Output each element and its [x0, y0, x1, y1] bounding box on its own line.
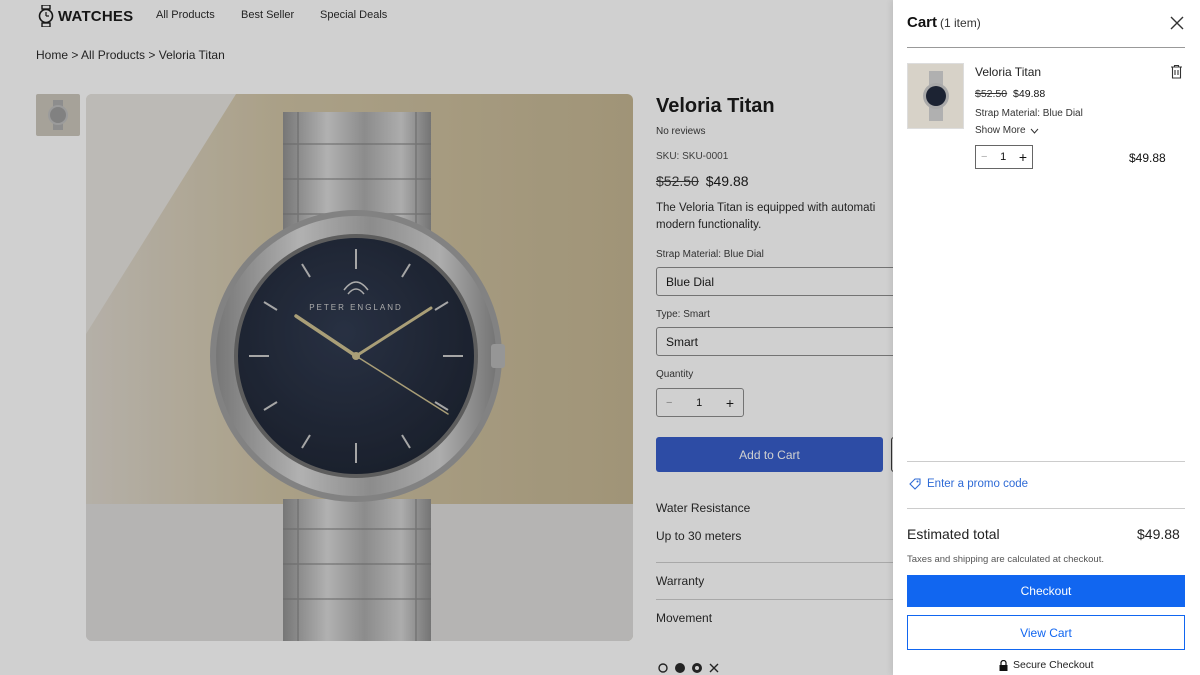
breadcrumb[interactable]: Home > All Products > Veloria Titan	[36, 48, 225, 62]
quantity-label: Quantity	[656, 369, 694, 380]
product-description: The Veloria Titan is equipped with autom…	[656, 200, 900, 234]
product-old-price: $52.50	[656, 173, 699, 189]
pinterest-icon[interactable]	[692, 663, 702, 673]
cart-divider	[907, 461, 1185, 462]
product-thumbnail[interactable]	[36, 94, 80, 136]
dial-brand-text: PETER ENGLAND	[309, 303, 403, 312]
warranty-label[interactable]: Warranty	[656, 574, 704, 588]
product-sale-price: $49.88	[705, 173, 749, 189]
minus-icon[interactable]: −	[666, 397, 672, 409]
cart-item-count: (1 item)	[940, 16, 981, 30]
tag-icon	[909, 478, 921, 490]
movement-label[interactable]: Movement	[656, 611, 712, 625]
trash-icon[interactable]	[1170, 64, 1183, 79]
cart-line-total: $49.88	[1129, 151, 1166, 165]
watch-thumbnail-image	[48, 100, 68, 130]
cart-item-strap: Strap Material: Blue Dial	[975, 108, 1083, 119]
watch-logo-icon	[38, 5, 54, 27]
water-resistance-value: Up to 30 meters	[656, 529, 742, 543]
cart-item-price: $52.50 $49.88	[975, 88, 1045, 100]
cart-quantity-value[interactable]: 1	[1000, 151, 1006, 163]
secure-checkout: Secure Checkout	[999, 659, 1094, 671]
cart-item-sale-price: $49.88	[1013, 88, 1046, 100]
site-logo[interactable]: WATCHES	[38, 5, 133, 27]
water-resistance-label[interactable]: Water Resistance	[656, 501, 750, 515]
cart-item-name[interactable]: Veloria Titan	[975, 65, 1041, 79]
share-icons	[658, 663, 719, 673]
quantity-value[interactable]: 1	[696, 397, 702, 409]
cart-quantity-stepper[interactable]: − 1 +	[975, 145, 1033, 169]
strap-select-value: Blue Dial	[666, 274, 715, 289]
cart-title: Cart (1 item)	[907, 14, 981, 31]
show-more-label: Show More	[975, 125, 1026, 136]
promo-code-label: Enter a promo code	[927, 478, 1029, 490]
nav-best-seller[interactable]: Best Seller	[241, 9, 294, 21]
show-more-toggle[interactable]: Show More	[975, 125, 1039, 136]
reviews-text: No reviews	[656, 126, 706, 137]
info-divider	[656, 599, 900, 600]
x-icon[interactable]	[709, 663, 719, 673]
nav-all-products[interactable]: All Products	[156, 9, 215, 21]
estimated-total-value: $49.88	[1137, 526, 1180, 542]
whatsapp-icon[interactable]	[658, 663, 668, 673]
type-select[interactable]: Smart	[656, 327, 896, 356]
secure-checkout-label: Secure Checkout	[1013, 659, 1094, 671]
description-line-2: modern functionality.	[656, 219, 762, 231]
type-select-value: Smart	[666, 334, 699, 349]
info-divider	[656, 562, 900, 563]
plus-icon[interactable]: +	[726, 395, 734, 411]
cart-title-text: Cart	[907, 14, 938, 31]
tax-note: Taxes and shipping are calculated at che…	[907, 554, 1104, 565]
minus-icon[interactable]: −	[981, 151, 987, 163]
site-header: WATCHES All Products Best Seller Special…	[0, 0, 900, 32]
add-to-cart-button[interactable]: Add to Cart	[656, 437, 883, 472]
watch-thumbnail-image	[922, 71, 949, 121]
sku-text: SKU: SKU-0001	[656, 151, 729, 162]
checkout-button[interactable]: Checkout	[907, 575, 1185, 607]
nav-special-deals[interactable]: Special Deals	[320, 9, 387, 21]
description-line-1: The Veloria Titan is equipped with autom…	[656, 202, 876, 214]
cart-item-image[interactable]	[907, 63, 964, 129]
product-title: Veloria Titan	[656, 95, 775, 117]
plus-icon[interactable]: +	[1019, 149, 1027, 165]
type-label: Type: Smart	[656, 309, 710, 320]
lock-icon	[999, 659, 1008, 671]
view-cart-button[interactable]: View Cart	[907, 615, 1185, 650]
estimated-total-label: Estimated total	[907, 526, 1000, 542]
watch-product-photo: PETER ENGLAND	[86, 94, 633, 641]
logo-text: WATCHES	[58, 7, 134, 25]
promo-code-link[interactable]: Enter a promo code	[909, 478, 1028, 490]
chevron-down-icon	[1030, 128, 1038, 134]
cart-divider	[907, 508, 1185, 509]
product-price: $52.50 $49.88	[656, 173, 749, 189]
strap-label: Strap Material: Blue Dial	[656, 249, 764, 260]
cart-item-old-price: $52.50	[975, 88, 1008, 100]
cart-panel: Cart (1 item) Veloria Titan $52.50 $49.88…	[893, 0, 1200, 675]
product-image[interactable]: PETER ENGLAND	[86, 94, 633, 641]
cart-header-divider	[907, 47, 1185, 48]
close-icon[interactable]	[1169, 15, 1185, 31]
strap-select[interactable]: Blue Dial	[656, 267, 896, 296]
facebook-icon[interactable]	[675, 663, 685, 673]
quantity-stepper[interactable]: − 1 +	[656, 388, 744, 417]
